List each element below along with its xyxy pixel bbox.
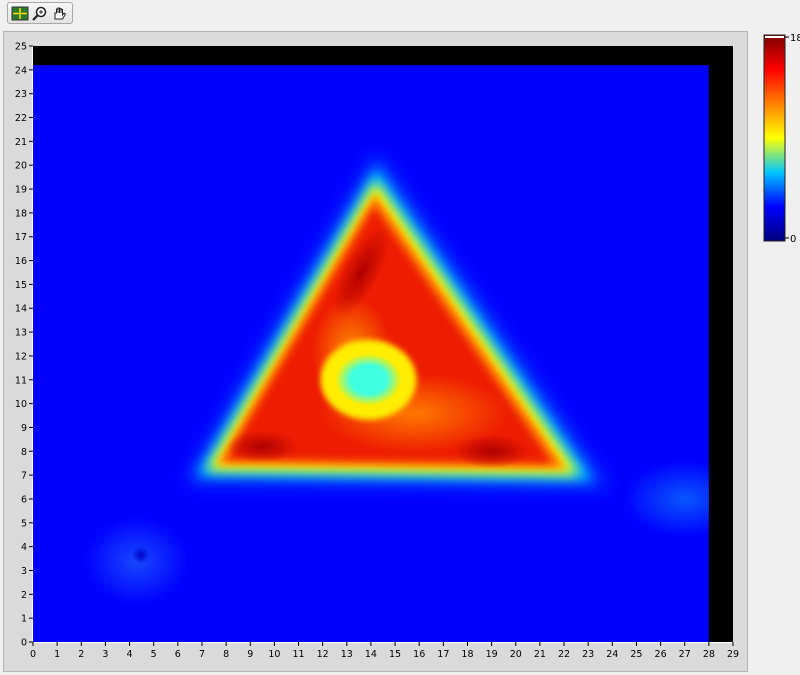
y-tick-label: 17	[15, 232, 27, 243]
y-tick-label: 19	[15, 185, 27, 196]
y-tick-label: 0	[21, 638, 27, 649]
y-tick-label: 14	[15, 304, 27, 315]
x-tick-label: 10	[268, 649, 280, 660]
x-tick-label: 8	[223, 649, 229, 660]
color-scale-max-label: 18	[790, 33, 800, 44]
y-tick-label: 25	[15, 42, 27, 53]
heatmap-blob-core	[131, 545, 150, 564]
heatmap-hole-core	[335, 353, 402, 406]
x-tick-label: 17	[437, 649, 449, 660]
y-tick-label: 23	[15, 89, 27, 100]
x-tick-label: 2	[78, 649, 84, 660]
x-tick-label: 7	[199, 649, 205, 660]
x-tick-label: 23	[582, 649, 594, 660]
x-tick-label: 28	[703, 649, 715, 660]
y-tick-label: 5	[21, 518, 27, 529]
x-tick-label: 14	[365, 649, 377, 660]
y-tick-label: 12	[15, 351, 27, 362]
y-tick-label: 16	[15, 256, 27, 267]
x-tick-label: 13	[341, 649, 353, 660]
x-tick-label: 16	[413, 649, 425, 660]
y-tick-label: 6	[21, 494, 27, 505]
y-tick-label: 21	[15, 137, 27, 148]
x-tick-label: 19	[486, 649, 498, 660]
y-tick-label: 11	[15, 375, 27, 386]
x-tick-label: 9	[247, 649, 253, 660]
y-tick-label: 1	[21, 614, 27, 625]
x-tick-label: 4	[127, 649, 133, 660]
x-tick-label: 18	[461, 649, 473, 660]
y-tick-label: 8	[21, 447, 27, 458]
x-tick-label: 25	[630, 649, 642, 660]
y-tick-label: 2	[21, 590, 27, 601]
y-tick-label: 13	[15, 328, 27, 339]
x-tick-label: 26	[655, 649, 667, 660]
x-tick-label: 22	[558, 649, 570, 660]
x-tick-label: 12	[317, 649, 329, 660]
y-tick-label: 7	[21, 471, 27, 482]
y-tick-label: 18	[15, 208, 27, 219]
y-tick-label: 20	[15, 161, 27, 172]
x-tick-label: 24	[606, 649, 618, 660]
x-tick-label: 0	[30, 649, 36, 660]
intensity-graph: 0 1 2 3 4 5 6 7 8 9 10 11 12 13 14 15 16 17 18 19 20 21 22 23 24…	[15, 33, 800, 660]
color-scale-bar	[763, 34, 786, 242]
y-tick-label: 22	[15, 113, 27, 124]
y-tick-label: 15	[15, 280, 27, 291]
x-tick-label: 15	[389, 649, 401, 660]
y-tick-label: 24	[15, 65, 27, 76]
color-scale-min-label: 0	[790, 234, 796, 245]
x-tick-label: 6	[175, 649, 181, 660]
heatmap-max-lower-right	[453, 434, 530, 469]
x-tick-label: 21	[534, 649, 546, 660]
x-tick-label: 29	[727, 649, 739, 660]
x-tick-label: 11	[292, 649, 304, 660]
x-tick-label: 3	[102, 649, 108, 660]
y-tick-label: 9	[21, 423, 27, 434]
x-tick-label: 1	[54, 649, 60, 660]
x-tick-label: 5	[151, 649, 157, 660]
color-scale-top-marker	[765, 36, 784, 38]
y-tick-label: 4	[21, 542, 27, 553]
x-tick-label: 27	[679, 649, 691, 660]
x-tick-label: 20	[510, 649, 522, 660]
heatmap-max-lower-left	[226, 430, 299, 463]
y-tick-label: 10	[15, 399, 27, 410]
y-tick-label: 3	[21, 566, 27, 577]
